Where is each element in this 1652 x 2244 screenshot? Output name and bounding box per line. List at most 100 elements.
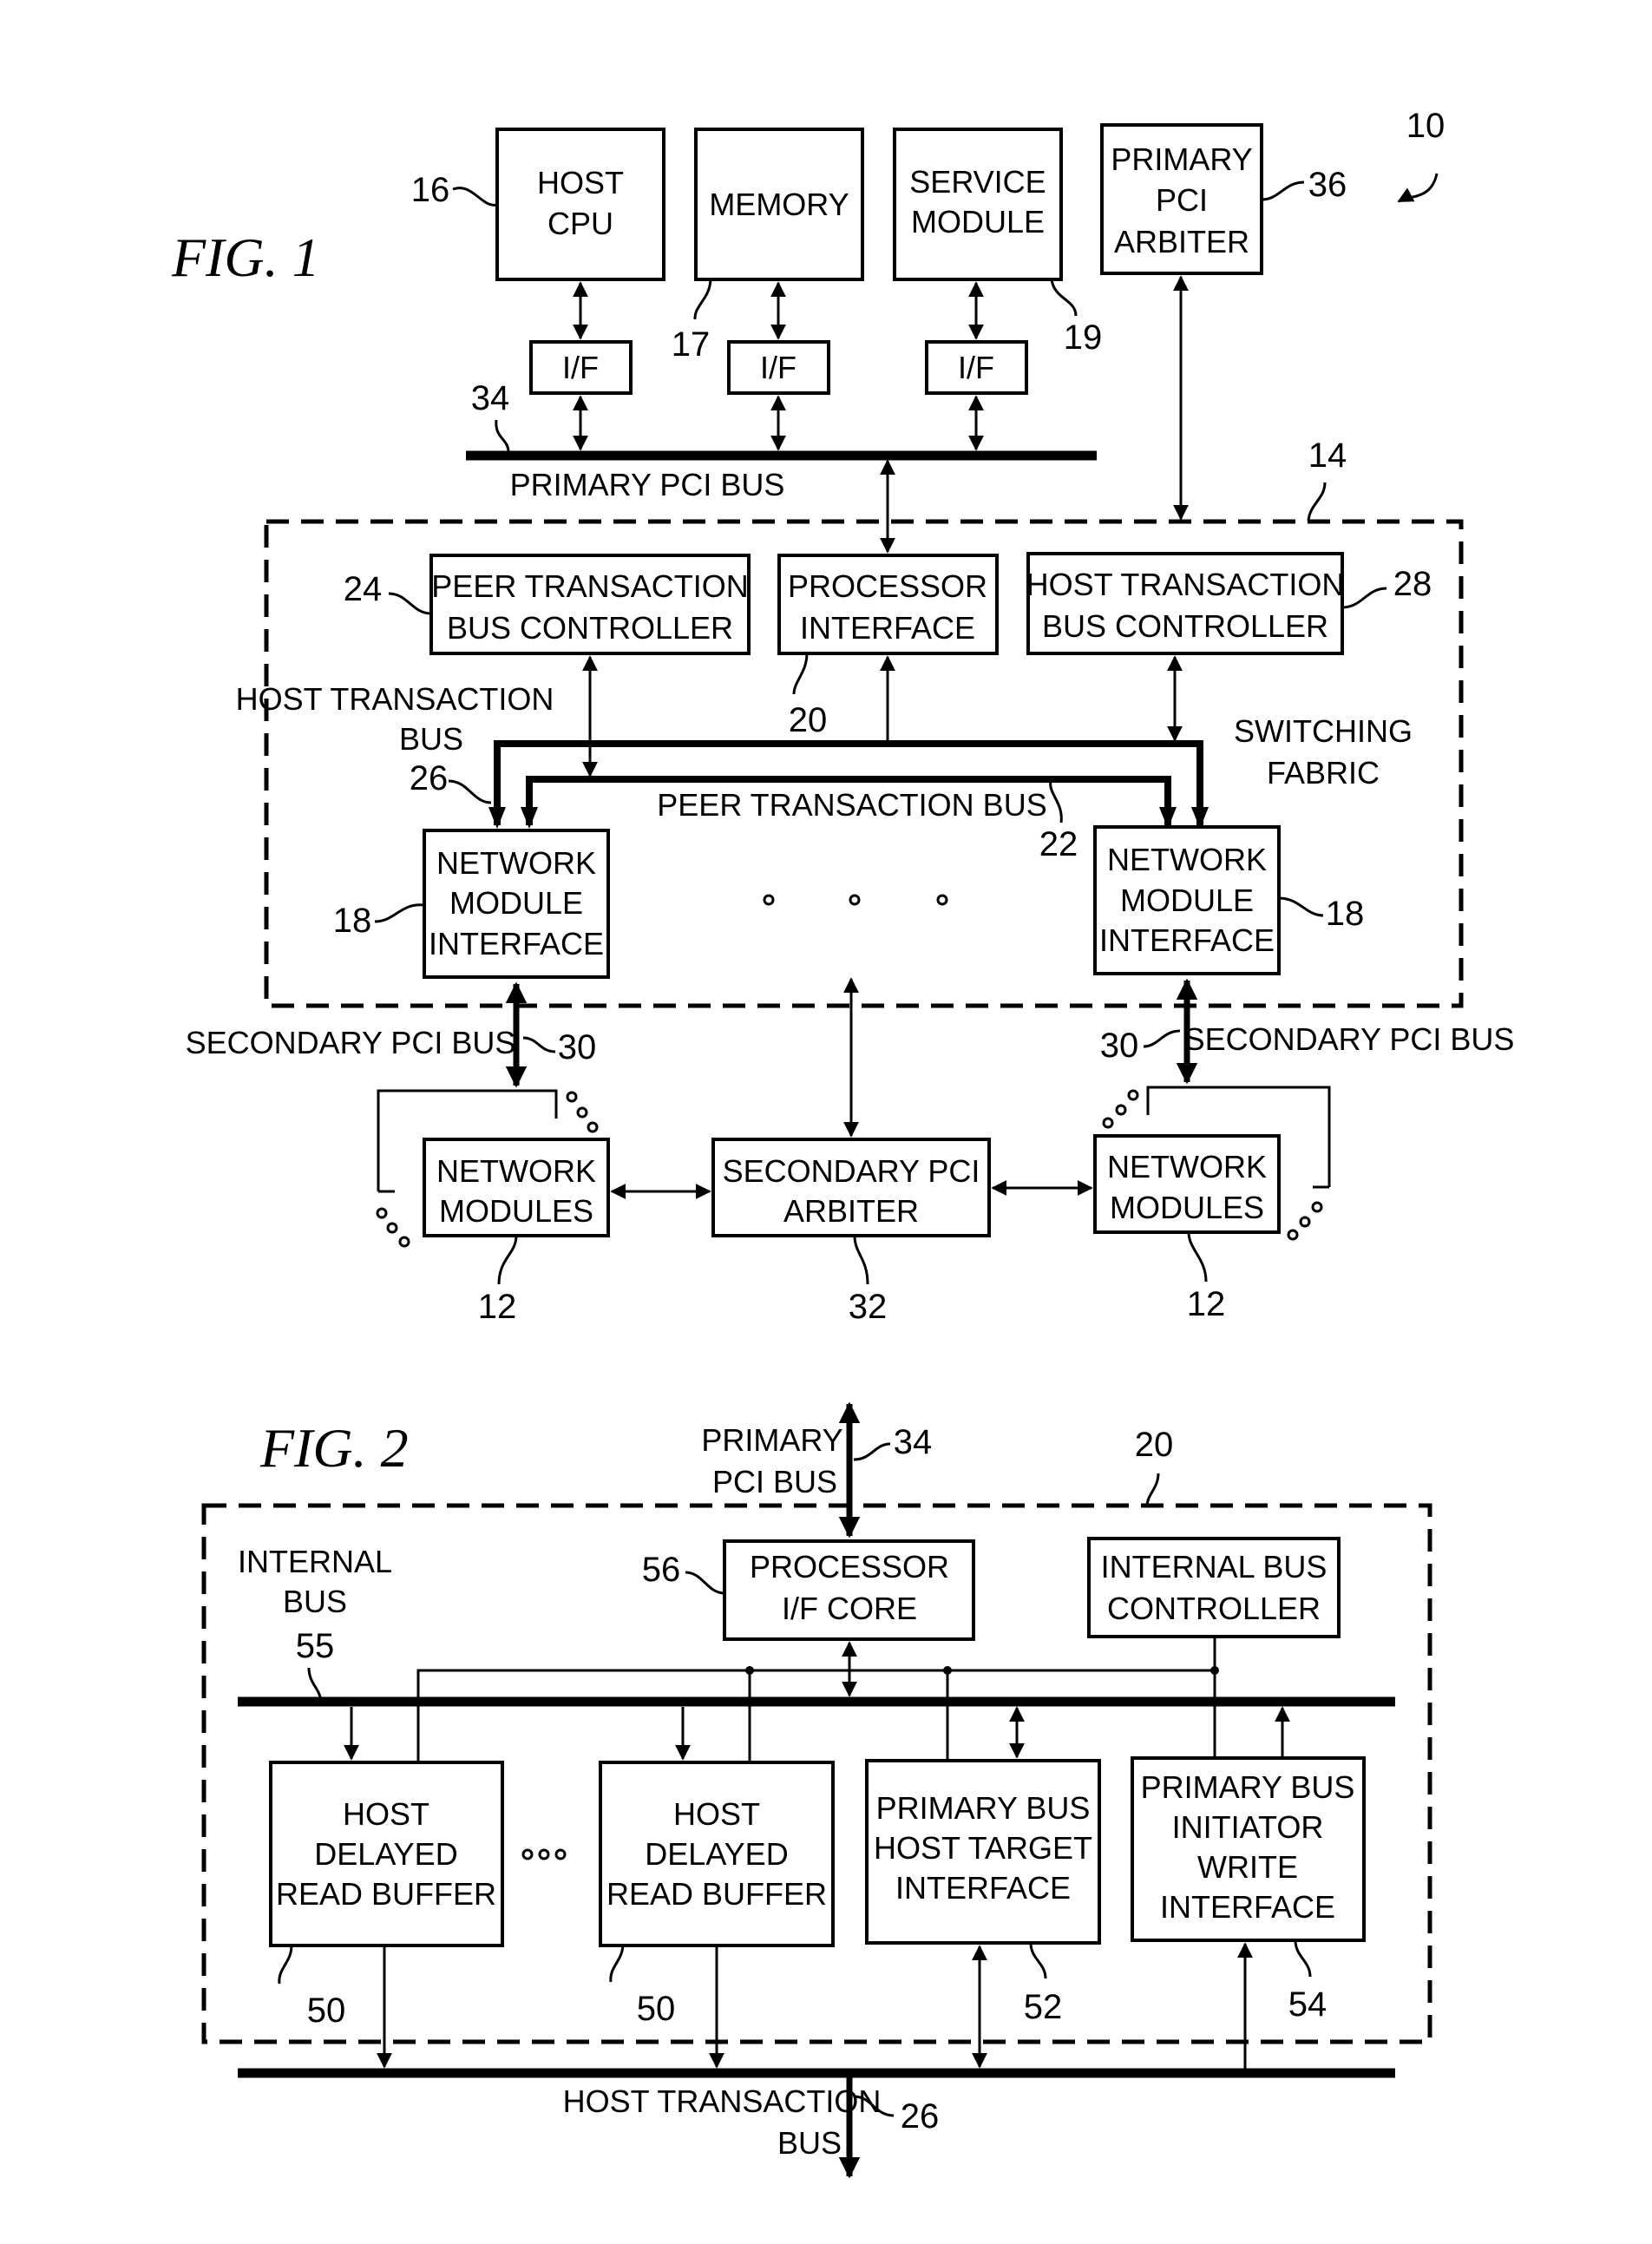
ref-54: 54 xyxy=(1288,1985,1328,2024)
pbht-line-2: HOST TARGET xyxy=(874,1830,1092,1866)
fig2-primary-pci-bus-label-2: PCI BUS xyxy=(712,1464,837,1499)
ibc-line-1: INTERNAL BUS xyxy=(1101,1549,1328,1585)
ref-12-left: 12 xyxy=(478,1288,517,1326)
secondary-pci-bus-left-label: SECONDARY PCI BUS xyxy=(186,1025,516,1060)
fig1-title: FIG. 1 xyxy=(171,226,320,288)
hdrb1-line-1: HOST xyxy=(343,1796,429,1832)
fig2: FIG. 2 PRIMARY PCI BUS 34 20 PROCESSOR I… xyxy=(201,1401,1432,2179)
secondary-pci-bus-right-label: SECONDARY PCI BUS xyxy=(1184,1021,1515,1057)
ref-50-a: 50 xyxy=(307,1991,346,2030)
hdrb2-line-3: READ BUFFER xyxy=(606,1876,827,1912)
ref-22: 22 xyxy=(1039,825,1078,863)
nmi-right-line-1: NETWORK xyxy=(1107,842,1267,877)
arbiter-line-1: PRIMARY xyxy=(1111,141,1252,177)
nmi-left-line-1: NETWORK xyxy=(436,845,596,881)
patent-drawing: FIG. 1 10 HOST CPU 16 MEMORY 17 SERVICE … xyxy=(171,107,1514,2179)
secondary-arbiter-line-2: ARBITER xyxy=(783,1193,919,1229)
if-box-service: I/F xyxy=(925,340,1028,395)
arbiter-line-2: PCI xyxy=(1156,182,1208,218)
ref-26: 26 xyxy=(410,759,449,797)
host-transaction-bus-controller-block: HOST TRANSACTION BUS CONTROLLER 28 xyxy=(1026,552,1432,655)
fig2-ref-20: 20 xyxy=(1135,1426,1174,1464)
ref-30-left: 30 xyxy=(558,1028,597,1066)
pbiw-line-1: PRIMARY BUS xyxy=(1141,1769,1355,1805)
ref-10: 10 xyxy=(1406,107,1446,145)
ref-19: 19 xyxy=(1064,318,1103,357)
ibc-line-2: CONTROLLER xyxy=(1107,1591,1321,1626)
fig1-ellipsis xyxy=(763,894,948,906)
if-box-memory: I/F xyxy=(727,340,830,395)
ref-16: 16 xyxy=(411,171,450,209)
memory-block: MEMORY 17 xyxy=(672,128,864,364)
network-module-interface-left: NETWORK MODULE INTERFACE 18 xyxy=(333,829,610,979)
nm-right-line-1: NETWORK xyxy=(1107,1149,1267,1184)
pif-core-line-1: PROCESSOR xyxy=(750,1549,949,1585)
nm-left-line-1: NETWORK xyxy=(436,1153,596,1189)
host-cpu-line-2: CPU xyxy=(547,206,613,241)
fig2-primary-pci-bus-label-1: PRIMARY xyxy=(701,1422,842,1458)
ref-34: 34 xyxy=(471,379,510,417)
fig2-ellipsis xyxy=(521,1848,567,1860)
if-label: I/F xyxy=(958,350,994,385)
ref-17: 17 xyxy=(672,325,711,364)
nmi-left-line-3: INTERFACE xyxy=(429,926,604,961)
hdrb2-line-1: HOST xyxy=(673,1796,760,1832)
internal-bus-label-1: INTERNAL xyxy=(238,1544,392,1579)
hdrb2-line-2: DELAYED xyxy=(645,1836,788,1872)
network-modules-left: NETWORK MODULES 12 xyxy=(423,1138,610,1326)
processor-interface-line-2: INTERFACE xyxy=(800,610,975,646)
host-transaction-bus-label-1: HOST TRANSACTION xyxy=(236,681,554,717)
host-cpu-block: HOST CPU 16 xyxy=(411,128,665,281)
secondary-pci-arbiter-block: SECONDARY PCI ARBITER 32 xyxy=(711,1138,991,1326)
nm-right-line-2: MODULES xyxy=(1110,1190,1264,1225)
host-tbc-line-1: HOST TRANSACTION xyxy=(1026,567,1345,602)
peer-tbc-line-1: PEER TRANSACTION xyxy=(431,568,748,604)
ref-30-right: 30 xyxy=(1100,1027,1139,1065)
arbiter-line-3: ARBITER xyxy=(1114,224,1249,259)
ref-12-right: 12 xyxy=(1187,1285,1226,1323)
service-module-line-1: SERVICE xyxy=(909,164,1046,200)
nmi-right-line-3: INTERFACE xyxy=(1099,922,1275,958)
ref-14: 14 xyxy=(1308,436,1347,475)
pif-core-line-2: I/F CORE xyxy=(782,1591,917,1626)
fig2-htb-label-1: HOST TRANSACTION xyxy=(563,2083,882,2119)
hdrb1-line-2: DELAYED xyxy=(314,1836,457,1872)
internal-bus-controller-block: INTERNAL BUS CONTROLLER xyxy=(1087,1537,1341,1638)
pbiw-line-4: INTERFACE xyxy=(1160,1889,1335,1925)
service-module-block: SERVICE MODULE 19 xyxy=(893,128,1103,357)
peer-tbc-line-2: BUS CONTROLLER xyxy=(447,610,733,646)
ref-36: 36 xyxy=(1308,166,1347,204)
host-cpu-line-1: HOST xyxy=(537,165,624,200)
processor-if-core-block: PROCESSOR I/F CORE 56 xyxy=(642,1539,975,1641)
primary-pci-bus-label: PRIMARY PCI BUS xyxy=(510,467,785,502)
network-module-interface-right: NETWORK MODULE INTERFACE 18 xyxy=(1093,825,1365,975)
ref-56: 56 xyxy=(642,1551,681,1589)
memory-line-1: MEMORY xyxy=(709,187,849,222)
pbht-line-3: INTERFACE xyxy=(895,1870,1071,1906)
switching-fabric-line-1: SWITCHING xyxy=(1234,713,1413,749)
ref-32: 32 xyxy=(849,1288,888,1326)
ref-20: 20 xyxy=(789,701,828,739)
nm-left-line-2: MODULES xyxy=(439,1193,593,1229)
processor-interface-line-1: PROCESSOR xyxy=(788,568,987,604)
pbht-line-1: PRIMARY BUS xyxy=(876,1790,1091,1826)
nmi-left-line-2: MODULE xyxy=(449,885,583,921)
fig2-title: FIG. 2 xyxy=(259,1417,409,1479)
hdrb1-line-3: READ BUFFER xyxy=(276,1876,496,1912)
network-modules-right: NETWORK MODULES 12 xyxy=(1093,1134,1281,1323)
ref-18-right: 18 xyxy=(1326,895,1365,933)
fig1: FIG. 1 10 HOST CPU 16 MEMORY 17 SERVICE … xyxy=(171,107,1514,1326)
ref-18-left: 18 xyxy=(333,902,372,940)
internal-bus-label-2: BUS xyxy=(283,1584,347,1619)
switching-fabric-line-2: FABRIC xyxy=(1267,755,1380,791)
host-transaction-bus-label-2: BUS xyxy=(399,721,463,757)
internal-control-line xyxy=(416,1669,1215,1762)
host-tbc-line-2: BUS CONTROLLER xyxy=(1042,608,1328,644)
primary-bus-initiator-write-interface: PRIMARY BUS INITIATOR WRITE INTERFACE 54 xyxy=(1131,1756,1366,2024)
host-delayed-read-buffer-1: HOST DELAYED READ BUFFER 50 xyxy=(269,1761,504,2030)
primary-pci-arbiter-block: PRIMARY PCI ARBITER 36 xyxy=(1100,123,1347,275)
secondary-arbiter-line-1: SECONDARY PCI xyxy=(723,1153,980,1189)
ref-28: 28 xyxy=(1393,565,1432,603)
fig2-htb-label-2: BUS xyxy=(777,2125,842,2161)
nmi-right-line-2: MODULE xyxy=(1120,883,1254,918)
